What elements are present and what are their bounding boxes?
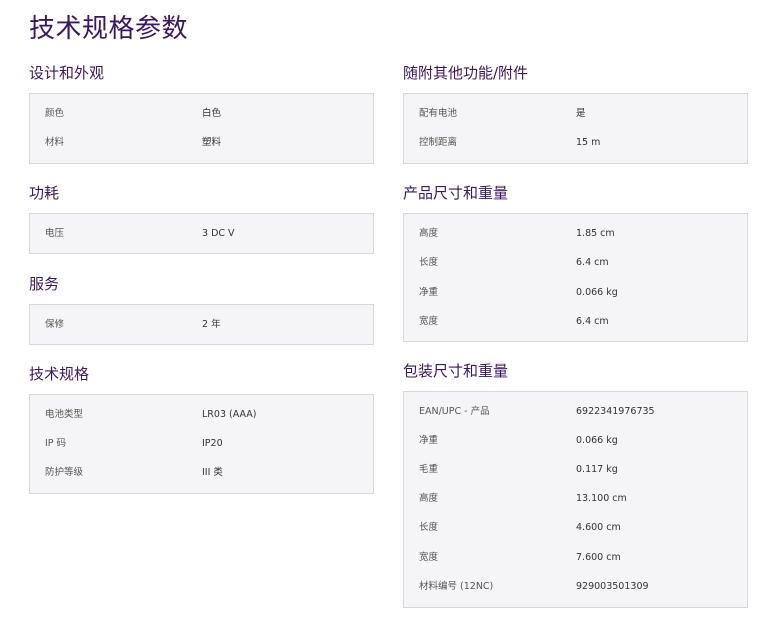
spec-label: 电池类型: [45, 409, 84, 420]
spec-row: 电池类型 LR03 (AAA): [30, 405, 373, 425]
spec-table-package-dims: EAN/UPC - 产品 6922341976735 净重 0.066 kg 毛…: [403, 391, 748, 608]
spec-row: 宽度 6.4 cm: [404, 312, 747, 332]
spec-value: LR03 (AAA): [202, 409, 257, 420]
spec-value: 4.600 cm: [576, 522, 621, 533]
spec-row: 材料编号 (12NC) 929003501309: [404, 577, 747, 597]
section-title-service: 服务: [29, 275, 60, 293]
spec-row: 净重 0.066 kg: [404, 431, 747, 451]
spec-row: 长度 4.600 cm: [404, 518, 747, 538]
spec-label: 材料: [45, 137, 65, 148]
section-title-tech: 技术规格: [29, 365, 90, 383]
section-title-power: 功耗: [29, 184, 60, 202]
spec-label: 高度: [419, 228, 439, 239]
spec-row: 颜色 白色: [30, 104, 373, 124]
spec-value: 3 DC V: [202, 228, 235, 239]
spec-row: 高度 13.100 cm: [404, 489, 747, 509]
spec-table-accessories: 配有电池 是 控制距离 15 m: [403, 93, 748, 164]
spec-row: 毛重 0.117 kg: [404, 460, 747, 480]
spec-row: 防护等级 III 类: [30, 463, 373, 483]
spec-value: 2 年: [202, 319, 221, 330]
spec-row: 净重 0.066 kg: [404, 283, 747, 303]
spec-label: 长度: [419, 522, 439, 533]
spec-value: 929003501309: [576, 581, 649, 592]
spec-value: 6.4 cm: [576, 316, 609, 327]
page-title: 技术规格参数: [29, 14, 189, 44]
spec-row: 控制距离 15 m: [404, 133, 747, 153]
spec-label: 防护等级: [45, 467, 84, 478]
spec-value: III 类: [202, 467, 223, 478]
section-title-product-dims: 产品尺寸和重量: [403, 184, 509, 202]
spec-table-product-dims: 高度 1.85 cm 长度 6.4 cm 净重 0.066 kg 宽度 6.4 …: [403, 213, 748, 342]
spec-label: 净重: [419, 287, 439, 298]
spec-label: 电压: [45, 228, 65, 239]
spec-value: 0.066 kg: [576, 435, 618, 446]
spec-label: 长度: [419, 257, 439, 268]
spec-value: 6.4 cm: [576, 257, 609, 268]
spec-row: 保修 2 年: [30, 315, 373, 335]
spec-label: 毛重: [419, 464, 439, 475]
spec-label: 控制距离: [419, 137, 458, 148]
spec-value: 7.600 cm: [576, 552, 621, 563]
spec-value: 0.066 kg: [576, 287, 618, 298]
spec-label: 高度: [419, 493, 439, 504]
spec-value: 是: [576, 108, 586, 119]
spec-table-service: 保修 2 年: [29, 304, 374, 345]
spec-row: 长度 6.4 cm: [404, 253, 747, 273]
spec-row: IP 码 IP20: [30, 434, 373, 454]
spec-row: 宽度 7.600 cm: [404, 548, 747, 568]
spec-table-tech: 电池类型 LR03 (AAA) IP 码 IP20 防护等级 III 类: [29, 394, 374, 494]
spec-label: 净重: [419, 435, 439, 446]
spec-value: 6922341976735: [576, 406, 655, 417]
spec-table-power: 电压 3 DC V: [29, 213, 374, 254]
section-title-accessories: 随附其他功能/附件: [403, 64, 529, 82]
spec-value: 15 m: [576, 137, 601, 148]
spec-label: 宽度: [419, 552, 439, 563]
spec-row: 配有电池 是: [404, 104, 747, 124]
spec-label: EAN/UPC - 产品: [419, 406, 490, 417]
spec-label: 保修: [45, 319, 65, 330]
spec-table-design: 颜色 白色 材料 塑料: [29, 93, 374, 164]
spec-label: 配有电池: [419, 108, 458, 119]
spec-value: 白色: [202, 108, 222, 119]
spec-label: 宽度: [419, 316, 439, 327]
spec-row: EAN/UPC - 产品 6922341976735: [404, 402, 747, 422]
spec-row: 电压 3 DC V: [30, 224, 373, 244]
spec-value: 塑料: [202, 137, 222, 148]
section-title-package-dims: 包装尺寸和重量: [403, 362, 509, 380]
spec-row: 高度 1.85 cm: [404, 224, 747, 244]
spec-label: IP 码: [45, 438, 67, 449]
section-title-design: 设计和外观: [29, 64, 105, 82]
spec-value: 0.117 kg: [576, 464, 618, 475]
spec-value: 1.85 cm: [576, 228, 615, 239]
spec-row: 材料 塑料: [30, 133, 373, 153]
spec-label: 颜色: [45, 108, 65, 119]
spec-label: 材料编号 (12NC): [419, 581, 494, 592]
spec-value: 13.100 cm: [576, 493, 627, 504]
spec-value: IP20: [202, 438, 223, 449]
